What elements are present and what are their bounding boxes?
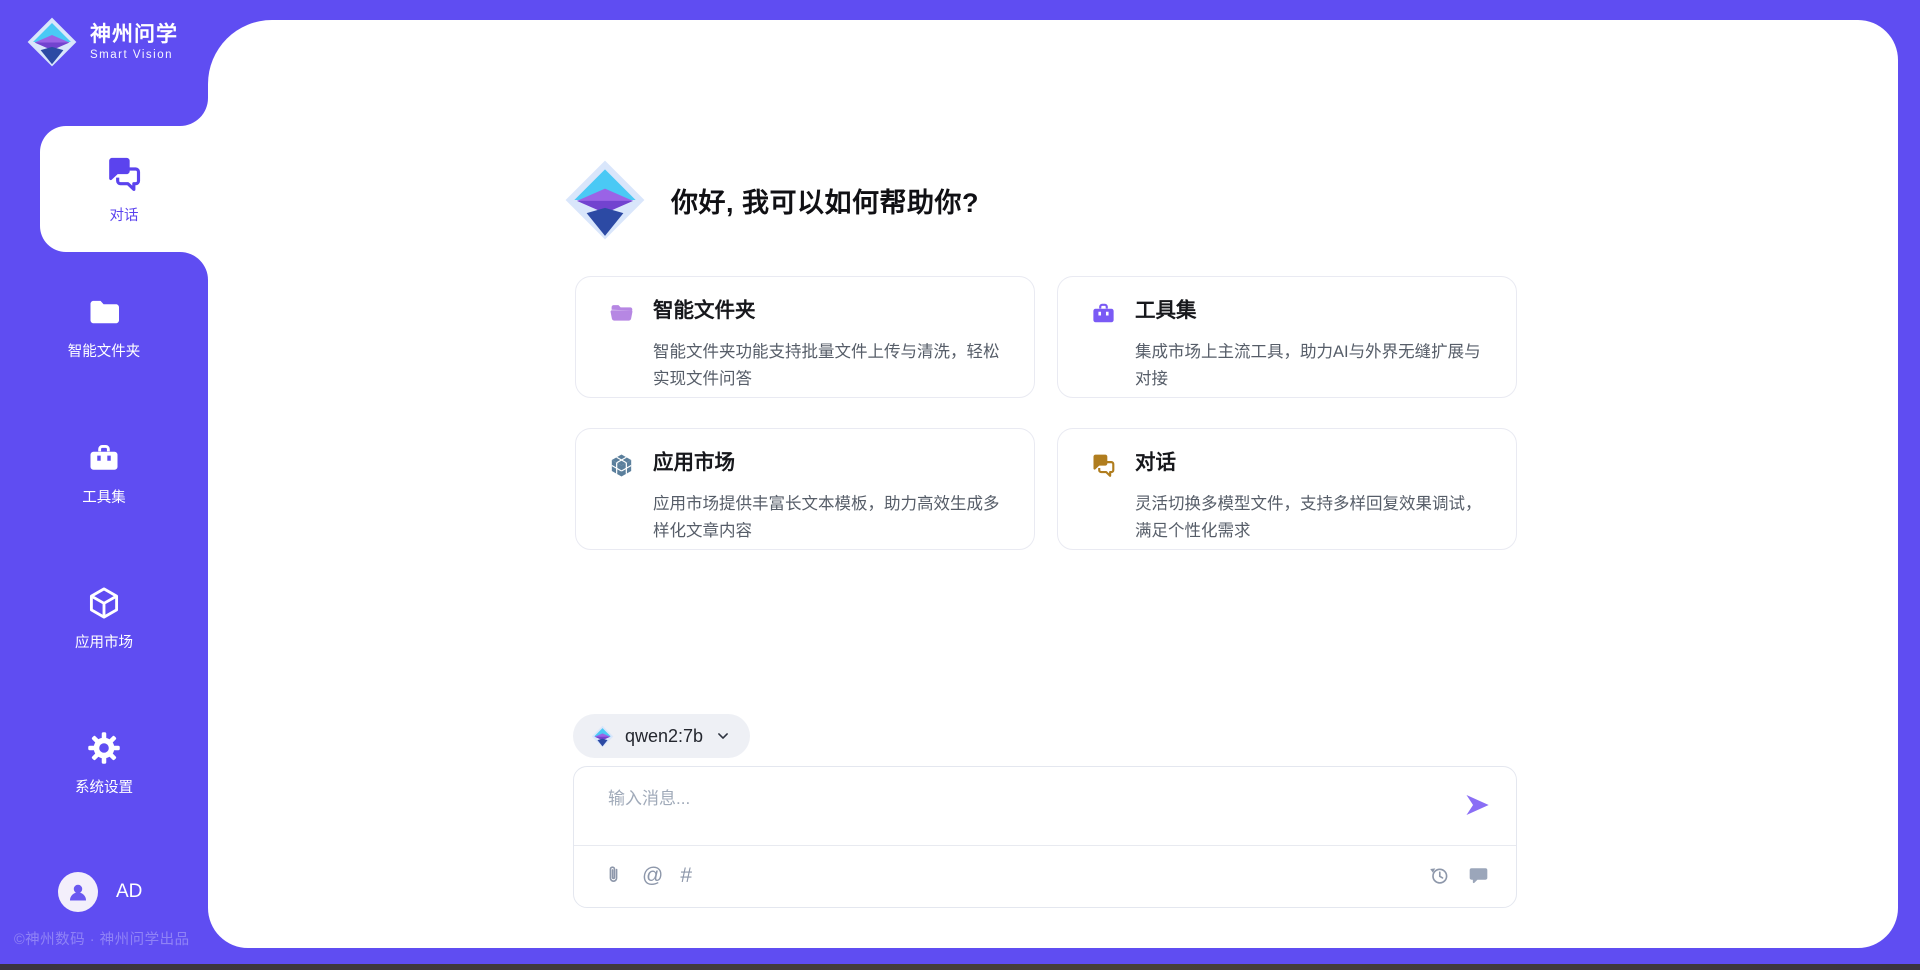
sidebar-item-chat-active[interactable]: 对话	[40, 126, 208, 252]
composer-divider	[574, 845, 1516, 846]
diamond-logo-icon	[591, 725, 614, 748]
gear-icon	[86, 730, 122, 766]
history-button[interactable]	[1428, 864, 1451, 887]
folder-icon	[86, 294, 122, 330]
brand-text: 神州问学 Smart Vision	[90, 23, 178, 61]
tab-fillet-top	[180, 98, 208, 126]
sidebar-item-label: 系统设置	[75, 776, 133, 797]
attach-file-button[interactable]	[602, 864, 625, 887]
sidebar-item-app-market[interactable]: 应用市场	[0, 585, 208, 652]
card-smart-folder[interactable]: 智能文件夹 智能文件夹功能支持批量文件上传与清洗，轻松实现文件问答	[575, 276, 1035, 398]
avatar	[58, 872, 98, 912]
toolbox-icon	[86, 440, 122, 476]
card-toolset[interactable]: 工具集 集成市场上主流工具，助力AI与外界无缝扩展与对接	[1057, 276, 1517, 398]
greeting-title: 你好, 我可以如何帮助你?	[671, 181, 979, 220]
chat-icon	[1090, 452, 1117, 479]
card-app-market[interactable]: 应用市场 应用市场提供丰富长文本模板，助力高效生成多样化文章内容	[575, 428, 1035, 550]
hashtag-button[interactable]: #	[680, 865, 692, 886]
card-description: 灵活切换多模型文件，支持多样回复效果调试，满足个性化需求	[1135, 491, 1492, 549]
brand-name: 神州问学	[90, 23, 178, 46]
bottom-edge-strip	[0, 964, 1920, 970]
user-account[interactable]: AD	[58, 872, 142, 912]
folder-open-icon	[608, 300, 635, 327]
pixel-cube-icon	[608, 452, 635, 479]
hash-icon: #	[680, 865, 692, 886]
send-button[interactable]	[1462, 791, 1492, 821]
mention-button[interactable]: @	[642, 865, 663, 886]
card-title: 工具集	[1135, 298, 1492, 332]
chat-icon	[104, 154, 144, 194]
message-input[interactable]	[606, 783, 1450, 815]
brand-tagline: Smart Vision	[90, 49, 178, 61]
card-title: 对话	[1135, 450, 1492, 484]
paperclip-icon	[602, 864, 625, 887]
card-description: 应用市场提供丰富长文本模板，助力高效生成多样化文章内容	[653, 491, 1010, 549]
user-icon	[65, 879, 91, 905]
send-icon	[1463, 791, 1491, 819]
sidebar-item-smart-folder[interactable]: 智能文件夹	[0, 294, 208, 361]
tab-fillet-bottom	[180, 252, 208, 280]
diamond-logo-icon	[563, 158, 647, 242]
card-description: 智能文件夹功能支持批量文件上传与清洗，轻松实现文件问答	[653, 339, 1010, 397]
brand: 神州问学 Smart Vision	[26, 16, 178, 68]
sidebar-footer-credit: ©神州数码 · 神州问学出品	[14, 928, 208, 949]
history-icon	[1428, 864, 1451, 887]
composer-right-tools	[1428, 864, 1490, 887]
message-icon	[1467, 864, 1490, 887]
model-name: qwen2:7b	[625, 726, 703, 747]
hero-greeting-block: 你好, 我可以如何帮助你?	[563, 158, 979, 242]
sidebar-item-label: 应用市场	[75, 631, 133, 652]
app-window: 神州问学 Smart Vision 对话 智能文件夹 工具集 应用市场 系统设置…	[0, 0, 1920, 970]
user-name: AD	[116, 881, 142, 903]
sidebar-item-label: 智能文件夹	[68, 340, 141, 361]
sidebar-item-label: 对话	[110, 204, 139, 225]
sidebar-item-label: 工具集	[82, 486, 126, 507]
card-title: 智能文件夹	[653, 298, 1010, 332]
composer-left-tools: @ #	[602, 864, 692, 887]
sidebar-item-toolset[interactable]: 工具集	[0, 440, 208, 507]
card-chat[interactable]: 对话 灵活切换多模型文件，支持多样回复效果调试，满足个性化需求	[1057, 428, 1517, 550]
message-composer: @ #	[573, 766, 1517, 908]
chevron-down-icon	[714, 727, 732, 745]
card-description: 集成市场上主流工具，助力AI与外界无缝扩展与对接	[1135, 339, 1492, 397]
at-icon: @	[642, 865, 663, 886]
conversation-button[interactable]	[1467, 864, 1490, 887]
brand-diamond-logo-icon	[26, 16, 78, 68]
card-title: 应用市场	[653, 450, 1010, 484]
toolbox-icon	[1090, 300, 1117, 327]
sidebar-item-settings[interactable]: 系统设置	[0, 730, 208, 797]
model-selector[interactable]: qwen2:7b	[573, 714, 750, 758]
cube-icon	[86, 585, 122, 621]
